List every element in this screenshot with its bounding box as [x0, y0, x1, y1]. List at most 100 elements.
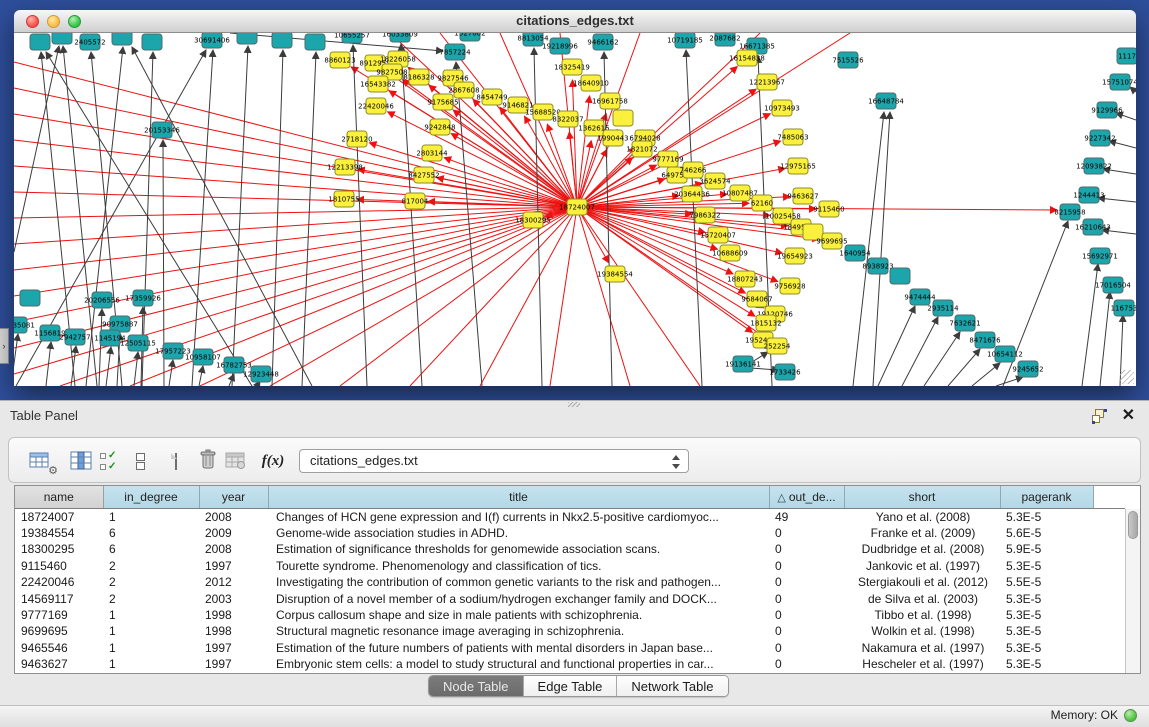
tab-edge-table[interactable]: Edge Table — [524, 676, 618, 696]
graph-node-yellow[interactable]: 746266 — [680, 162, 707, 178]
cell-short[interactable]: Franke et al. (2009) — [844, 525, 1000, 541]
tab-node-table[interactable]: Node Table — [429, 676, 524, 696]
cell-in-degree[interactable]: 2 — [103, 574, 199, 590]
table-row[interactable]: 946362711997Embryonic stem cells: a mode… — [15, 656, 1125, 672]
cell-out-degree[interactable]: 0 — [769, 640, 844, 656]
graph-node-teal[interactable] — [305, 34, 325, 50]
graph-node-yellow[interactable]: 1810755 — [328, 191, 359, 207]
cell-title[interactable]: Embryonic stem cells: a model to study s… — [268, 656, 769, 672]
cell-title[interactable]: Structural magnetic resonance image aver… — [268, 623, 769, 639]
graph-node-yellow[interactable]: 19654923 — [777, 248, 813, 264]
graph-node-teal[interactable]: 16210643 — [1075, 219, 1111, 235]
cell-filler[interactable] — [1093, 525, 1125, 541]
graph-node-yellow[interactable]: 22420046 — [358, 98, 394, 114]
pane-divider-grip[interactable] — [568, 402, 580, 407]
cell-year[interactable]: 1998 — [199, 607, 268, 623]
cell-year[interactable]: 2003 — [199, 591, 268, 607]
cell-pagerank[interactable]: 5.3E-5 — [1000, 656, 1093, 672]
cell-pagerank[interactable]: 5.3E-5 — [1000, 623, 1093, 639]
zoom-window-button[interactable] — [68, 15, 81, 28]
close-window-button[interactable] — [26, 15, 39, 28]
graph-node-yellow[interactable]: 16961758 — [592, 93, 628, 109]
cell-name[interactable]: 9699695 — [15, 623, 103, 639]
graph-node-teal[interactable]: 17359926 — [125, 290, 161, 306]
graph-node-teal[interactable]: 17385081 — [14, 317, 35, 333]
graph-node-teal[interactable]: 9245652 — [1012, 361, 1043, 377]
cell-in-degree[interactable]: 1 — [103, 640, 199, 656]
cell-pagerank[interactable]: 5.3E-5 — [1000, 640, 1093, 656]
graph-node-teal[interactable]: 2087682 — [709, 33, 740, 46]
cell-name[interactable]: 9463627 — [15, 656, 103, 672]
cell-short[interactable]: Jankovic et al. (1997) — [844, 558, 1000, 574]
graph-node-teal[interactable]: 15692971 — [1082, 248, 1118, 264]
cell-filler[interactable] — [1093, 640, 1125, 656]
cell-pagerank[interactable]: 5.3E-5 — [1000, 508, 1093, 525]
cell-title[interactable]: Changes of HCN gene expression and I(f) … — [268, 508, 769, 525]
graph-node-teal[interactable]: 1244413 — [1073, 187, 1104, 203]
cell-title[interactable]: Corpus callosum shape and size in male p… — [268, 607, 769, 623]
graph-node-teal[interactable]: 1527602 — [454, 33, 485, 41]
cell-year[interactable]: 1997 — [199, 656, 268, 672]
graph-node-teal[interactable]: 8471676 — [969, 332, 1001, 348]
table-row[interactable]: 1938455462009Genome-wide association stu… — [15, 525, 1125, 541]
graph-node-yellow[interactable]: 3624574 — [699, 173, 731, 189]
graph-node-teal[interactable]: 9227342 — [1084, 130, 1115, 146]
network-canvas[interactable]: 2405572306914061065525716033809152760278… — [14, 33, 1136, 386]
cell-out-degree[interactable]: 0 — [769, 558, 844, 574]
cell-pagerank[interactable]: 5.3E-5 — [1000, 607, 1093, 623]
graph-node-teal[interactable] — [52, 33, 72, 44]
graph-node-teal[interactable] — [237, 33, 257, 44]
graph-node-teal[interactable]: 9474444 — [904, 289, 936, 305]
create-column-button[interactable] — [162, 447, 190, 475]
cell-short[interactable]: Yano et al. (2008) — [844, 508, 1000, 525]
graph-node-teal[interactable]: 10655257 — [334, 33, 370, 43]
cell-short[interactable]: Nakamura et al. (1997) — [844, 640, 1000, 656]
cell-name[interactable]: 14569117 — [15, 591, 103, 607]
cell-in-degree[interactable]: 1 — [103, 607, 199, 623]
graph-node-yellow[interactable]: 12213967 — [749, 74, 785, 90]
cell-name[interactable]: 9465546 — [15, 640, 103, 656]
graph-node-teal[interactable] — [890, 268, 910, 284]
table-scrollbar[interactable] — [1125, 509, 1140, 673]
cell-out-degree[interactable]: 0 — [769, 574, 844, 590]
column-header-year[interactable]: year — [199, 486, 268, 508]
cell-in-degree[interactable]: 6 — [103, 541, 199, 557]
cell-out-degree[interactable]: 0 — [769, 591, 844, 607]
cell-short[interactable]: de Silva et al. (2003) — [844, 591, 1000, 607]
column-header-name[interactable]: name — [15, 486, 103, 508]
window-resize-grip[interactable] — [1120, 370, 1134, 384]
cell-year[interactable]: 2012 — [199, 574, 268, 590]
cell-filler[interactable] — [1093, 541, 1125, 557]
table-row[interactable]: 969969511998Structural magnetic resonanc… — [15, 623, 1125, 639]
cell-pagerank[interactable]: 5.6E-5 — [1000, 525, 1093, 541]
table-row[interactable]: 946554611997Estimation of the future num… — [15, 640, 1125, 656]
graph-node-yellow[interactable]: 19384554 — [597, 266, 633, 282]
cell-filler[interactable] — [1093, 508, 1125, 525]
column-header-title[interactable]: title — [268, 486, 769, 508]
cell-out-degree[interactable]: 0 — [769, 541, 844, 557]
graph-node-yellow[interactable] — [613, 110, 633, 126]
cell-year[interactable]: 2008 — [199, 541, 268, 557]
column-header-in-degree[interactable]: in_degree — [103, 486, 199, 508]
import-table-button[interactable] — [225, 447, 253, 475]
cell-filler[interactable] — [1093, 607, 1125, 623]
cell-out-degree[interactable]: 49 — [769, 508, 844, 525]
graph-node-teal[interactable]: 19136141 — [725, 356, 761, 372]
graph-node-teal[interactable]: 30691406 — [194, 33, 230, 48]
cell-name[interactable]: 19384554 — [15, 525, 103, 541]
graph-node-teal[interactable]: 2935114 — [927, 300, 959, 316]
graph-node-yellow[interactable]: 18640910 — [573, 75, 609, 91]
table-row[interactable]: 977716911998Corpus callosum shape and si… — [15, 607, 1125, 623]
graph-node-teal[interactable] — [112, 33, 132, 45]
tab-network-table[interactable]: Network Table — [617, 676, 727, 696]
table-mode-button[interactable]: ⚙ — [29, 447, 57, 475]
cell-name[interactable]: 9115460 — [15, 558, 103, 574]
cell-filler[interactable] — [1093, 591, 1125, 607]
graph-node-teal[interactable]: 1733426 — [769, 364, 801, 380]
cell-in-degree[interactable]: 1 — [103, 508, 199, 525]
close-panel-icon[interactable]: ✕ — [1122, 405, 1135, 425]
table-select-dropdown[interactable]: citations_edges.txt — [299, 449, 689, 473]
cell-in-degree[interactable]: 1 — [103, 623, 199, 639]
cell-short[interactable]: Hescheler et al. (1997) — [844, 656, 1000, 672]
cell-filler[interactable] — [1093, 558, 1125, 574]
